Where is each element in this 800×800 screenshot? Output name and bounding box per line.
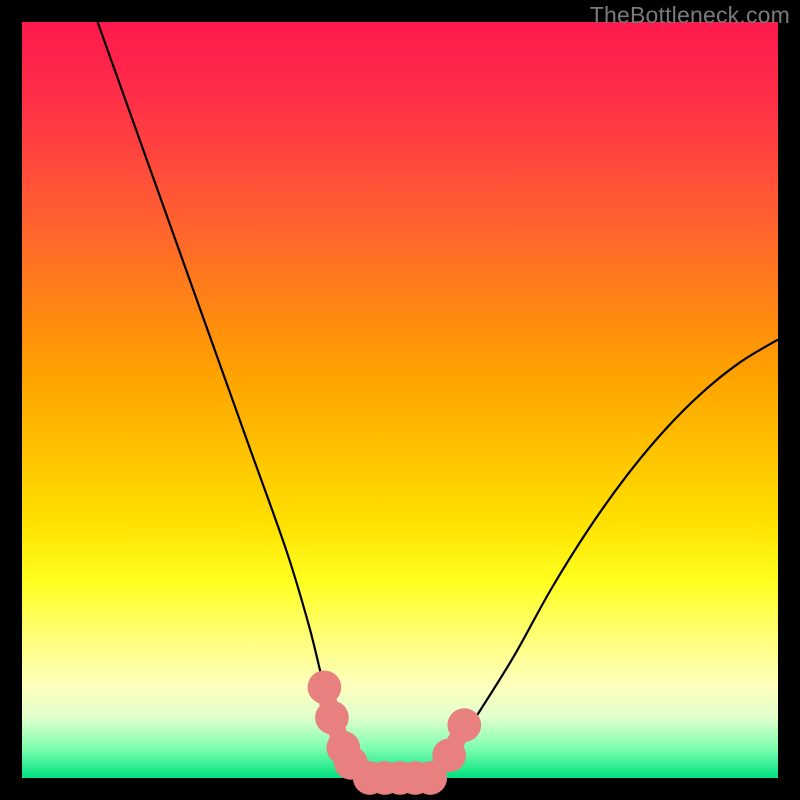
marker-dot — [447, 708, 481, 742]
chart-frame: TheBottleneck.com — [0, 0, 800, 800]
plot-area — [22, 22, 778, 778]
marker-group — [308, 670, 482, 794]
marker-dot — [432, 738, 466, 772]
marker-dot — [308, 670, 342, 704]
chart-svg — [22, 22, 778, 778]
marker-dot — [315, 701, 349, 735]
watermark-text: TheBottleneck.com — [590, 2, 790, 29]
bottleneck-curve — [98, 22, 778, 779]
